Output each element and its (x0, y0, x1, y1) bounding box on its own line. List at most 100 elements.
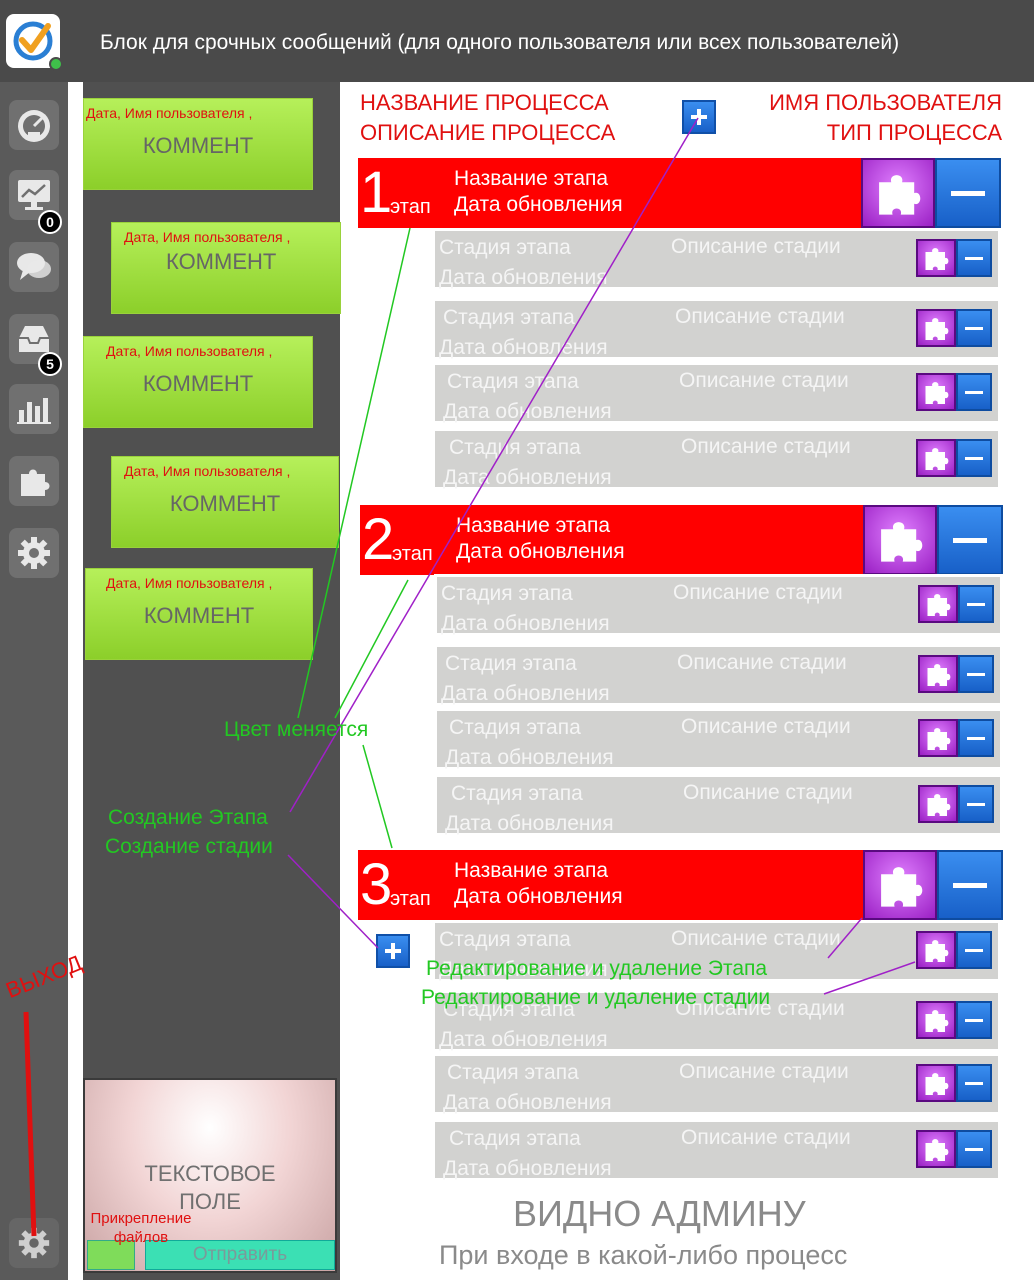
edit-substage-button[interactable] (916, 1130, 956, 1168)
substage-row[interactable]: Стадия этапа Дата обновления Описание стад… (434, 708, 1003, 770)
on-enter-note: При входе в какой-либо процесс (439, 1240, 848, 1270)
comment-card[interactable]: Дата, Имя пользователя , КОММЕНТ (111, 222, 341, 314)
substage-row[interactable]: Стадия этапа Дата обновления Описание стад… (432, 428, 1001, 490)
puzzle-icon (879, 175, 921, 215)
edit-substage-button[interactable] (918, 719, 958, 757)
delete-substage-button[interactable] (958, 719, 994, 757)
edit-substage-button[interactable] (916, 1001, 956, 1039)
puzzle-icon (925, 1139, 949, 1161)
delete-substage-button[interactable] (956, 373, 992, 411)
sidebar-item-chat[interactable] (9, 242, 59, 292)
delete-substage-button[interactable] (958, 785, 994, 823)
app-logo[interactable] (6, 14, 63, 71)
stage-title: Название этапа Дата обновления (454, 858, 623, 910)
puzzle-icon (925, 1073, 949, 1095)
substage-title: Стадия этапа Дата обновления (441, 579, 610, 639)
substage-description: Описание стадии (679, 1060, 849, 1083)
stage-header[interactable]: 2 этап Название этапа Дата обновления (360, 505, 1003, 575)
add-stage-button[interactable] (682, 100, 716, 134)
edit-substage-button[interactable] (916, 309, 956, 347)
substage-description: Описание стадии (681, 435, 851, 458)
delete-substage-button[interactable] (956, 931, 992, 969)
delete-substage-button[interactable] (956, 1001, 992, 1039)
substage-row[interactable]: Стадия этапа Дата обновления Описание стад… (432, 1053, 1001, 1115)
puzzle-icon (925, 1010, 949, 1032)
substage-row[interactable]: Стадия этапа Дата обновления Описание стад… (434, 774, 1003, 836)
comment-card[interactable]: Дата, Имя пользователя , КОММЕНТ (85, 568, 313, 660)
stage-header[interactable]: 1 этап Название этапа Дата обновления (358, 158, 1001, 228)
edit-substage-button[interactable] (918, 785, 958, 823)
online-status-dot (49, 57, 63, 71)
edit-substage-button[interactable] (916, 439, 956, 477)
edit-stage-button[interactable] (863, 850, 937, 920)
comment-text: КОММЕНТ (142, 371, 254, 396)
stage-number: 2 (362, 507, 395, 572)
delete-substage-button[interactable] (958, 655, 994, 693)
substage-row[interactable]: Стадия этапа Дата обновления Описание стад… (432, 362, 1001, 424)
substage-row[interactable]: Стадия этапа Дата обновления Описание стад… (434, 574, 1003, 636)
edit-substage-button[interactable] (916, 931, 956, 969)
substage-description: Описание стадии (671, 927, 841, 950)
substage-date: Дата обновления (441, 682, 610, 705)
comment-card[interactable]: Дата, Имя пользователя , КОММЕНТ (83, 336, 313, 428)
process-name: НАЗВАНИЕ ПРОЦЕССА (360, 90, 609, 115)
edit-substage-button[interactable] (916, 1064, 956, 1102)
substage-row[interactable]: Стадия этапа Дата обновления Описание стад… (432, 1119, 1001, 1181)
add-substage-button[interactable] (376, 934, 410, 968)
delete-substage-button[interactable] (958, 585, 994, 623)
stage-word: этап (390, 888, 431, 910)
delete-substage-button[interactable] (956, 1064, 992, 1102)
substage-row[interactable]: Стадия этапа Дата обновления Описание стад… (434, 644, 1003, 706)
substage-row[interactable]: Стадия этапа Дата обновления Описание стад… (432, 228, 1001, 290)
substage-name: Стадия этапа (449, 436, 581, 459)
substage-title: Стадия этапа Дата обновления (439, 303, 608, 363)
edit-substage-button[interactable] (916, 373, 956, 411)
sidebar-item-dashboard[interactable] (9, 100, 59, 150)
comment-card[interactable]: Дата, Имя пользователя , КОММЕНТ (83, 98, 313, 190)
substage-date: Дата обновления (443, 400, 612, 423)
minus-icon (965, 1147, 983, 1151)
comment-meta: Дата, Имя пользователя , (106, 575, 273, 591)
minus-icon (965, 1081, 983, 1085)
sidebar-item-settings[interactable] (9, 528, 59, 578)
minus-icon (967, 736, 985, 740)
puzzle-icon (927, 664, 951, 686)
stage-word: этап (392, 543, 433, 565)
stage-date: Дата обновления (454, 193, 623, 216)
sidebar-item-processes[interactable] (9, 456, 59, 506)
edit-substage-button[interactable] (918, 585, 958, 623)
sidebar-item-reports[interactable] (9, 384, 59, 434)
substage-name: Стадия этапа (439, 928, 571, 951)
edit-stage-button[interactable] (863, 505, 937, 575)
sidebar: 0 5 (0, 82, 68, 1280)
sidebar-item-exit[interactable] (9, 1218, 59, 1268)
top-bar: Блок для срочных сообщений (для одного п… (0, 0, 1034, 82)
delete-stage-button[interactable] (937, 505, 1003, 575)
attach-label-line2: файлов (113, 1229, 169, 1246)
substage-description: Описание стадии (677, 651, 847, 674)
edit-substage-button[interactable] (918, 655, 958, 693)
delete-stage-button[interactable] (937, 850, 1003, 920)
text-field-placeholder: ТЕКСТОВОЕ ПОЛЕ (85, 1160, 335, 1216)
edit-substage-button[interactable] (916, 239, 956, 277)
stage-title: Название этапа Дата обновления (454, 166, 623, 218)
substage-date: Дата обновления (439, 336, 608, 359)
delete-substage-button[interactable] (956, 239, 992, 277)
comment-meta: Дата, Имя пользователя , (124, 229, 291, 245)
comment-card[interactable]: Дата, Имя пользователя , КОММЕНТ (111, 456, 339, 548)
delete-substage-button[interactable] (956, 309, 992, 347)
delete-substage-button[interactable] (956, 1130, 992, 1168)
delete-substage-button[interactable] (956, 439, 992, 477)
minus-icon (953, 537, 987, 543)
substage-row[interactable]: Стадия этапа Дата обновления Описание стад… (432, 298, 1001, 360)
stage-header[interactable]: 3 этап Название этапа Дата обновления (358, 850, 1003, 920)
comment-meta: Дата, Имя пользователя , (86, 105, 253, 121)
process-description: ОПИСАНИЕ ПРОЦЕССА (360, 120, 616, 145)
annotation-edit-stage: Редактирование и удаление Этапа (426, 957, 768, 980)
minus-icon (965, 326, 983, 330)
delete-stage-button[interactable] (935, 158, 1001, 228)
substage-description: Описание стадии (671, 235, 841, 258)
edit-stage-button[interactable] (861, 158, 935, 228)
minus-icon (965, 256, 983, 260)
user-name: ИМЯ ПОЛЬЗОВАТЕЛЯ (769, 90, 1002, 115)
